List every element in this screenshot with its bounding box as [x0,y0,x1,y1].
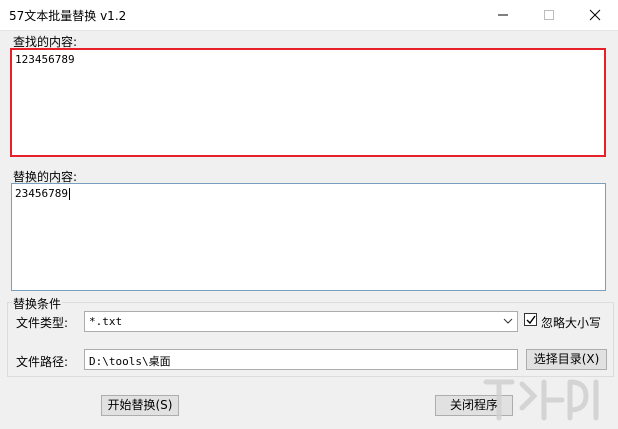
start-replace-button[interactable]: 开始替换(S) [101,395,179,416]
file-type-combobox[interactable]: *.txt [84,311,518,332]
replace-text: 23456789 [15,187,68,200]
minimize-button[interactable] [480,0,526,30]
file-type-value: *.txt [89,315,123,328]
ignore-case-checkbox[interactable] [524,313,537,326]
checkmark-icon [526,315,536,325]
watermark-logo-icon [483,379,599,421]
choose-directory-button[interactable]: 选择目录(X) [526,349,607,370]
maximize-button[interactable] [526,0,572,30]
title-bar: 57文本批量替换 v1.2 [0,0,618,31]
file-path-input[interactable]: D:\tools\桌面 [84,349,518,370]
conditions-legend: 替换条件 [12,295,63,312]
close-window-button[interactable] [572,0,618,30]
chevron-down-icon [503,318,513,324]
file-type-label: 文件类型: [16,316,69,330]
ignore-case-label: 忽略大小写 [541,316,602,330]
file-path-label: 文件路径: [16,355,69,369]
close-icon [589,9,601,21]
minimize-icon [498,14,508,16]
find-textarea[interactable]: 123456789 [10,48,606,157]
replace-textarea[interactable]: 23456789 [11,183,606,291]
text-caret [68,188,70,200]
window-title: 57文本批量替换 v1.2 [9,9,127,23]
maximize-icon [544,10,554,20]
